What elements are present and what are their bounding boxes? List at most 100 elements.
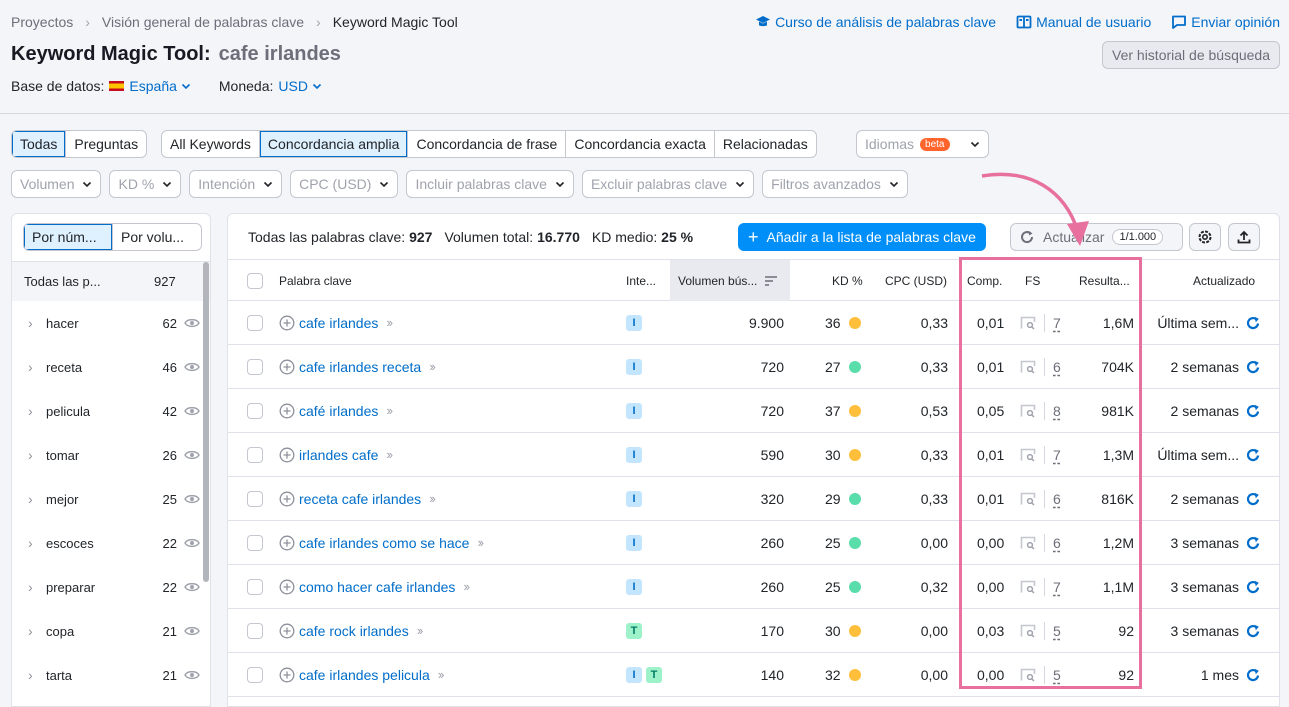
serp-features-count[interactable]: 6 xyxy=(1053,359,1061,375)
serp-features-icon[interactable] xyxy=(1020,580,1036,594)
tab-by-volume[interactable]: Por volu... xyxy=(113,224,201,250)
database-select[interactable]: España xyxy=(129,78,190,94)
refresh-icon[interactable] xyxy=(1245,623,1261,639)
search-history-button[interactable]: Ver historial de búsqueda xyxy=(1102,41,1280,69)
serp-features-icon[interactable] xyxy=(1020,316,1036,330)
serp-features-icon[interactable] xyxy=(1020,360,1036,374)
serp-features-icon[interactable] xyxy=(1020,404,1036,418)
serp-features-count[interactable]: 7 xyxy=(1053,447,1061,463)
chevron-right-icon[interactable]: › xyxy=(28,491,33,507)
serp-features-icon[interactable] xyxy=(1020,448,1036,462)
keyword-link[interactable]: café irlandes xyxy=(299,403,378,419)
refresh-icon[interactable] xyxy=(1245,491,1261,507)
tab-all[interactable]: Todas xyxy=(12,131,67,157)
tab-exact-match[interactable]: Concordancia exacta xyxy=(566,131,715,157)
group-item[interactable]: › receta 46 xyxy=(12,345,210,389)
double-chevron-icon[interactable]: ›› xyxy=(386,315,393,330)
add-circle-icon[interactable] xyxy=(279,359,295,375)
row-checkbox[interactable] xyxy=(247,389,263,432)
row-checkbox[interactable] xyxy=(247,477,263,520)
manual-link[interactable]: Manual de usuario xyxy=(1016,14,1151,30)
serp-features-icon[interactable] xyxy=(1020,668,1036,682)
refresh-icon[interactable] xyxy=(1245,359,1261,375)
serp-features-icon[interactable] xyxy=(1020,492,1036,506)
double-chevron-icon[interactable]: ›› xyxy=(477,535,484,550)
group-item[interactable]: › escoces 22 xyxy=(12,521,210,565)
double-chevron-icon[interactable]: ›› xyxy=(429,359,436,374)
keyword-link[interactable]: como hacer cafe irlandes xyxy=(299,579,455,595)
chevron-right-icon[interactable]: › xyxy=(28,403,33,419)
add-circle-icon[interactable] xyxy=(279,447,295,463)
column-results[interactable]: Resulta... xyxy=(1079,260,1130,301)
refresh-icon[interactable] xyxy=(1245,403,1261,419)
group-item[interactable]: › mejor 25 xyxy=(12,477,210,521)
double-chevron-icon[interactable]: ›› xyxy=(417,623,424,638)
tab-broad-match[interactable]: Concordancia amplia xyxy=(259,131,409,157)
serp-features-count[interactable]: 5 xyxy=(1053,623,1061,639)
update-metrics-button[interactable]: Actualizar 1/1.000 xyxy=(1010,223,1183,251)
double-chevron-icon[interactable]: ›› xyxy=(386,403,393,418)
group-item[interactable]: › copa 21 xyxy=(12,609,210,653)
refresh-icon[interactable] xyxy=(1245,535,1261,551)
keyword-link[interactable]: cafe irlandes pelicula xyxy=(299,667,430,683)
tab-by-number[interactable]: Por núm... xyxy=(24,224,113,250)
breadcrumb-keyword-overview[interactable]: Visión general de palabras clave xyxy=(102,14,304,30)
eye-icon[interactable] xyxy=(184,359,200,375)
keyword-link[interactable]: cafe irlandes como se hace xyxy=(299,535,469,551)
eye-icon[interactable] xyxy=(184,403,200,419)
chevron-right-icon[interactable]: › xyxy=(28,535,33,551)
filter-kd[interactable]: KD % xyxy=(109,170,182,198)
keyword-link[interactable]: irlandes cafe xyxy=(299,447,378,463)
eye-icon[interactable] xyxy=(184,447,200,463)
breadcrumb-projects[interactable]: Proyectos xyxy=(11,14,73,30)
group-item[interactable]: › pelicula 42 xyxy=(12,389,210,433)
keyword-link[interactable]: cafe rock irlandes xyxy=(299,623,409,639)
column-competition[interactable]: Comp. xyxy=(967,260,1002,301)
settings-button[interactable] xyxy=(1189,223,1221,251)
chevron-right-icon[interactable]: › xyxy=(28,579,33,595)
serp-features-count[interactable]: 7 xyxy=(1053,579,1061,595)
chevron-right-icon[interactable]: › xyxy=(28,623,33,639)
group-item[interactable]: › tarta 21 xyxy=(12,653,210,697)
add-circle-icon[interactable] xyxy=(279,667,295,683)
double-chevron-icon[interactable]: ›› xyxy=(386,447,393,462)
column-cpc[interactable]: CPC (USD) xyxy=(885,260,947,301)
add-circle-icon[interactable] xyxy=(279,579,295,595)
tab-phrase-match[interactable]: Concordancia de frase xyxy=(408,131,567,157)
serp-features-icon[interactable] xyxy=(1020,536,1036,550)
eye-icon[interactable] xyxy=(184,579,200,595)
keyword-link[interactable]: receta cafe irlandes xyxy=(299,491,421,507)
column-intent[interactable]: Inte... xyxy=(626,260,656,301)
filter-volume[interactable]: Volumen xyxy=(11,170,102,198)
chevron-right-icon[interactable]: › xyxy=(28,359,33,375)
add-circle-icon[interactable] xyxy=(279,315,295,331)
filter-exclude-keywords[interactable]: Excluir palabras clave xyxy=(581,170,755,198)
filter-advanced[interactable]: Filtros avanzados xyxy=(762,170,908,198)
keyword-link[interactable]: cafe irlandes xyxy=(299,315,378,331)
eye-icon[interactable] xyxy=(184,667,200,683)
row-checkbox[interactable] xyxy=(247,565,263,608)
serp-features-count[interactable]: 7 xyxy=(1053,315,1061,331)
eye-icon[interactable] xyxy=(184,535,200,551)
row-checkbox[interactable] xyxy=(247,653,263,696)
group-all-keywords[interactable]: Todas las p... 927 xyxy=(12,261,210,301)
sidebar-scrollbar[interactable] xyxy=(203,262,209,582)
feedback-link[interactable]: Enviar opinión xyxy=(1171,14,1280,30)
row-checkbox[interactable] xyxy=(247,301,263,344)
eye-icon[interactable] xyxy=(184,491,200,507)
add-circle-icon[interactable] xyxy=(279,623,295,639)
chevron-right-icon[interactable]: › xyxy=(28,315,33,331)
serp-features-count[interactable]: 5 xyxy=(1053,667,1061,683)
add-circle-icon[interactable] xyxy=(279,491,295,507)
chevron-right-icon[interactable]: › xyxy=(28,447,33,463)
filter-intent[interactable]: Intención xyxy=(189,170,283,198)
row-checkbox[interactable] xyxy=(247,609,263,652)
group-item[interactable]: › tomar 26 xyxy=(12,433,210,477)
add-to-keyword-list-button[interactable]: + Añadir a la lista de palabras clave xyxy=(738,223,986,251)
column-serp-features[interactable]: FS xyxy=(1025,260,1040,301)
column-updated[interactable]: Actualizado xyxy=(1193,260,1255,301)
row-checkbox[interactable] xyxy=(247,521,263,564)
row-checkbox[interactable] xyxy=(247,345,263,388)
export-button[interactable] xyxy=(1228,223,1260,251)
refresh-icon[interactable] xyxy=(1245,315,1261,331)
